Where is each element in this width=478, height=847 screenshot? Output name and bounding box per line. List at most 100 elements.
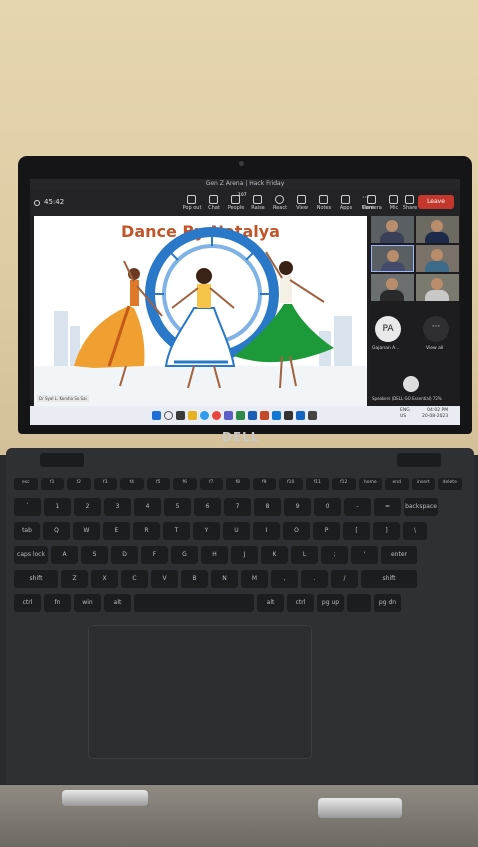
key-7[interactable]: 7: [224, 498, 251, 516]
app-icon[interactable]: [284, 411, 293, 420]
key-8[interactable]: 8: [254, 498, 281, 516]
key-z[interactable]: Z: [61, 570, 88, 588]
key-ctrl[interactable]: ctrl: [287, 594, 314, 612]
key-u[interactable]: U: [223, 522, 250, 540]
key-shift[interactable]: shift: [14, 570, 58, 588]
key-e[interactable]: E: [103, 522, 130, 540]
key-symbol[interactable]: .: [301, 570, 328, 588]
key-6[interactable]: 6: [194, 498, 221, 516]
participant-video-tile[interactable]: [416, 216, 459, 243]
key-i[interactable]: I: [253, 522, 280, 540]
edge-icon[interactable]: [200, 411, 209, 420]
touchpad[interactable]: [88, 625, 312, 759]
chrome-icon[interactable]: [212, 411, 221, 420]
participant-video-tile[interactable]: [416, 274, 459, 301]
key-enter[interactable]: enter: [381, 546, 417, 564]
key-backspace[interactable]: backspace: [404, 498, 438, 516]
key-0[interactable]: 0: [314, 498, 341, 516]
key-pg-dn[interactable]: pg dn: [374, 594, 401, 612]
key-5[interactable]: 5: [164, 498, 191, 516]
app-icon[interactable]: [308, 411, 317, 420]
key-f10[interactable]: f10: [279, 478, 303, 490]
clock[interactable]: 04:02 PM 20-08-2023: [422, 408, 448, 420]
camera-button[interactable]: Camera: [360, 189, 384, 216]
key-g[interactable]: G: [171, 546, 198, 564]
key-alt[interactable]: alt: [257, 594, 284, 612]
key-symbol[interactable]: \: [403, 522, 427, 540]
key-y[interactable]: Y: [193, 522, 220, 540]
key-a[interactable]: A: [51, 546, 78, 564]
view-all-button[interactable]: ···: [423, 316, 449, 342]
excel-icon[interactable]: [236, 411, 245, 420]
apps-button[interactable]: Apps: [334, 189, 358, 216]
key-f9[interactable]: f9: [252, 478, 276, 490]
key-symbol[interactable]: ': [351, 546, 378, 564]
key-f2[interactable]: f2: [67, 478, 91, 490]
key-j[interactable]: J: [231, 546, 258, 564]
participant-video-tile[interactable]: [371, 274, 414, 301]
key-d[interactable]: D: [111, 546, 138, 564]
key-k[interactable]: K: [261, 546, 288, 564]
key-end[interactable]: end: [385, 478, 409, 490]
key-q[interactable]: Q: [43, 522, 70, 540]
key-symbol[interactable]: -: [344, 498, 371, 516]
key-alt[interactable]: alt: [104, 594, 131, 612]
key-1[interactable]: 1: [44, 498, 71, 516]
key-9[interactable]: 9: [284, 498, 311, 516]
word-icon[interactable]: [248, 411, 257, 420]
key-m[interactable]: M: [241, 570, 268, 588]
key-tab[interactable]: tab: [14, 522, 40, 540]
key-space[interactable]: [347, 594, 371, 612]
key-pg-up[interactable]: pg up: [317, 594, 344, 612]
participant-video-tile[interactable]: [371, 245, 414, 272]
key-symbol[interactable]: ]: [373, 522, 400, 540]
key-t[interactable]: T: [163, 522, 190, 540]
notes-button[interactable]: Notes: [312, 189, 336, 216]
key-f[interactable]: F: [141, 546, 168, 564]
key-insert[interactable]: insert: [411, 478, 435, 490]
chat-button[interactable]: Chat: [202, 189, 226, 216]
participant-video-tile[interactable]: [416, 245, 459, 272]
key-n[interactable]: N: [211, 570, 238, 588]
key-f3[interactable]: f3: [93, 478, 117, 490]
key-symbol[interactable]: =: [374, 498, 401, 516]
key-symbol[interactable]: /: [331, 570, 358, 588]
task-view-icon[interactable]: [176, 411, 185, 420]
view-button[interactable]: View: [290, 189, 314, 216]
key-f7[interactable]: f7: [199, 478, 223, 490]
key-symbol[interactable]: [: [343, 522, 370, 540]
key-o[interactable]: O: [283, 522, 310, 540]
people-button[interactable]: 107 People: [224, 189, 248, 216]
participant-video-tile[interactable]: [371, 216, 414, 243]
key-f11[interactable]: f11: [305, 478, 329, 490]
react-button[interactable]: React: [268, 189, 292, 216]
key-2[interactable]: 2: [74, 498, 101, 516]
raise-hand-button[interactable]: Raise: [246, 189, 270, 216]
avatar[interactable]: PA: [375, 316, 401, 342]
key-f6[interactable]: f6: [173, 478, 197, 490]
app-icon[interactable]: [296, 411, 305, 420]
leave-button[interactable]: Leave: [418, 195, 454, 209]
key-space[interactable]: [134, 594, 254, 612]
key-caps-lock[interactable]: caps lock: [14, 546, 48, 564]
key-h[interactable]: H: [201, 546, 228, 564]
key-b[interactable]: B: [181, 570, 208, 588]
key-v[interactable]: V: [151, 570, 178, 588]
key-fn[interactable]: fn: [44, 594, 71, 612]
file-explorer-icon[interactable]: [188, 411, 197, 420]
start-icon[interactable]: [152, 411, 161, 420]
key-delete[interactable]: delete: [438, 478, 462, 490]
key-symbol[interactable]: `: [14, 498, 41, 516]
key-r[interactable]: R: [133, 522, 160, 540]
key-4[interactable]: 4: [134, 498, 161, 516]
key-home[interactable]: home: [358, 478, 382, 490]
key-s[interactable]: S: [81, 546, 108, 564]
key-f5[interactable]: f5: [146, 478, 170, 490]
key-f12[interactable]: f12: [332, 478, 356, 490]
key-symbol[interactable]: ,: [271, 570, 298, 588]
key-c[interactable]: C: [121, 570, 148, 588]
pop-out-button[interactable]: Pop out: [180, 189, 204, 216]
key-ctrl[interactable]: ctrl: [14, 594, 41, 612]
key-win[interactable]: win: [74, 594, 101, 612]
key-symbol[interactable]: ;: [321, 546, 348, 564]
